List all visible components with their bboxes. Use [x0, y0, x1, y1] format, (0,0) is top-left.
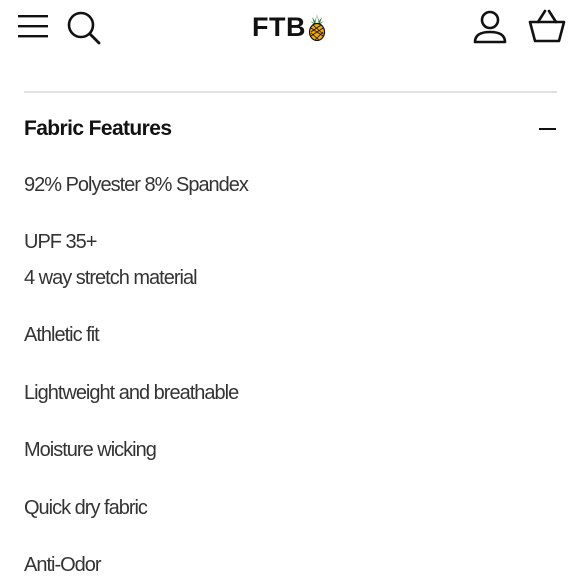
logo-text: FTB — [252, 11, 306, 42]
feature-item: Moisture wicking — [24, 439, 157, 461]
menu-button[interactable] — [18, 12, 48, 40]
feature-item: Anti-Odor — [24, 554, 102, 576]
feature-item: UPF 35+ — [24, 231, 97, 253]
brand-logo[interactable]: FTB — [252, 10, 327, 44]
feature-item: Lightweight and breathable — [24, 382, 239, 404]
hamburger-menu-icon — [18, 15, 48, 38]
user-account-icon — [473, 10, 507, 44]
search-icon — [67, 11, 101, 45]
feature-item: Athletic fit — [24, 324, 100, 346]
shopping-basket-icon — [528, 9, 566, 43]
pineapple-icon — [308, 14, 326, 41]
section-divider — [24, 91, 557, 93]
collapse-button[interactable] — [539, 127, 557, 131]
cart-button[interactable] — [528, 8, 566, 46]
feature-item: Quick dry fabric — [24, 497, 148, 519]
account-button[interactable] — [472, 8, 508, 46]
minus-icon — [539, 128, 556, 130]
feature-item: 4 way stretch material — [24, 267, 198, 289]
section-title[interactable]: Fabric Features — [24, 115, 172, 143]
site-header: FTB — [0, 0, 580, 56]
search-button[interactable] — [66, 8, 102, 46]
feature-item: 92% Polyester 8% Spandex — [24, 174, 249, 196]
